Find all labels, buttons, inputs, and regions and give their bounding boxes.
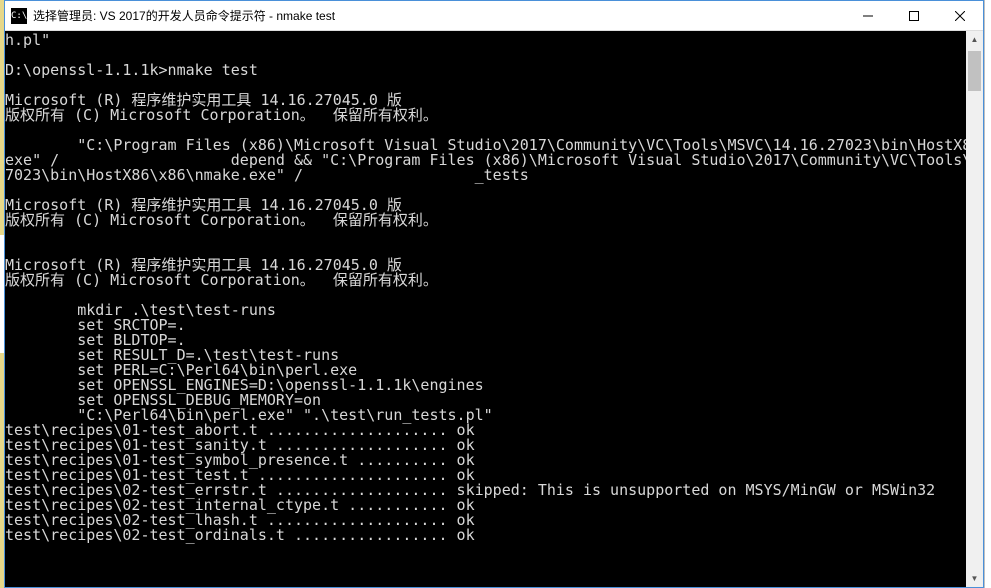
close-button[interactable] [937, 1, 983, 30]
window-title: 选择管理员: VS 2017的开发人员命令提示符 - nmake test [33, 7, 845, 24]
title-bar[interactable]: C:\ 选择管理员: VS 2017的开发人员命令提示符 - nmake tes… [5, 1, 983, 31]
minimize-icon [863, 11, 873, 21]
terminal-output[interactable]: h.pl" D:\openssl-1.1.1k>nmake test Micro… [5, 31, 966, 587]
maximize-button[interactable] [891, 1, 937, 30]
window-controls [845, 1, 983, 30]
maximize-icon [909, 11, 919, 21]
vertical-scrollbar[interactable]: ▲ ▼ [966, 31, 983, 587]
console-window: C:\ 选择管理员: VS 2017的开发人员命令提示符 - nmake tes… [4, 0, 984, 588]
close-icon [955, 11, 965, 21]
scroll-down-arrow[interactable]: ▼ [966, 570, 983, 587]
minimize-button[interactable] [845, 1, 891, 30]
terminal-area: h.pl" D:\openssl-1.1.1k>nmake test Micro… [5, 31, 983, 587]
cmd-icon: C:\ [11, 8, 27, 24]
scroll-thumb[interactable] [968, 51, 981, 91]
background-edge-right [985, 0, 991, 588]
scroll-up-arrow[interactable]: ▲ [966, 31, 983, 48]
